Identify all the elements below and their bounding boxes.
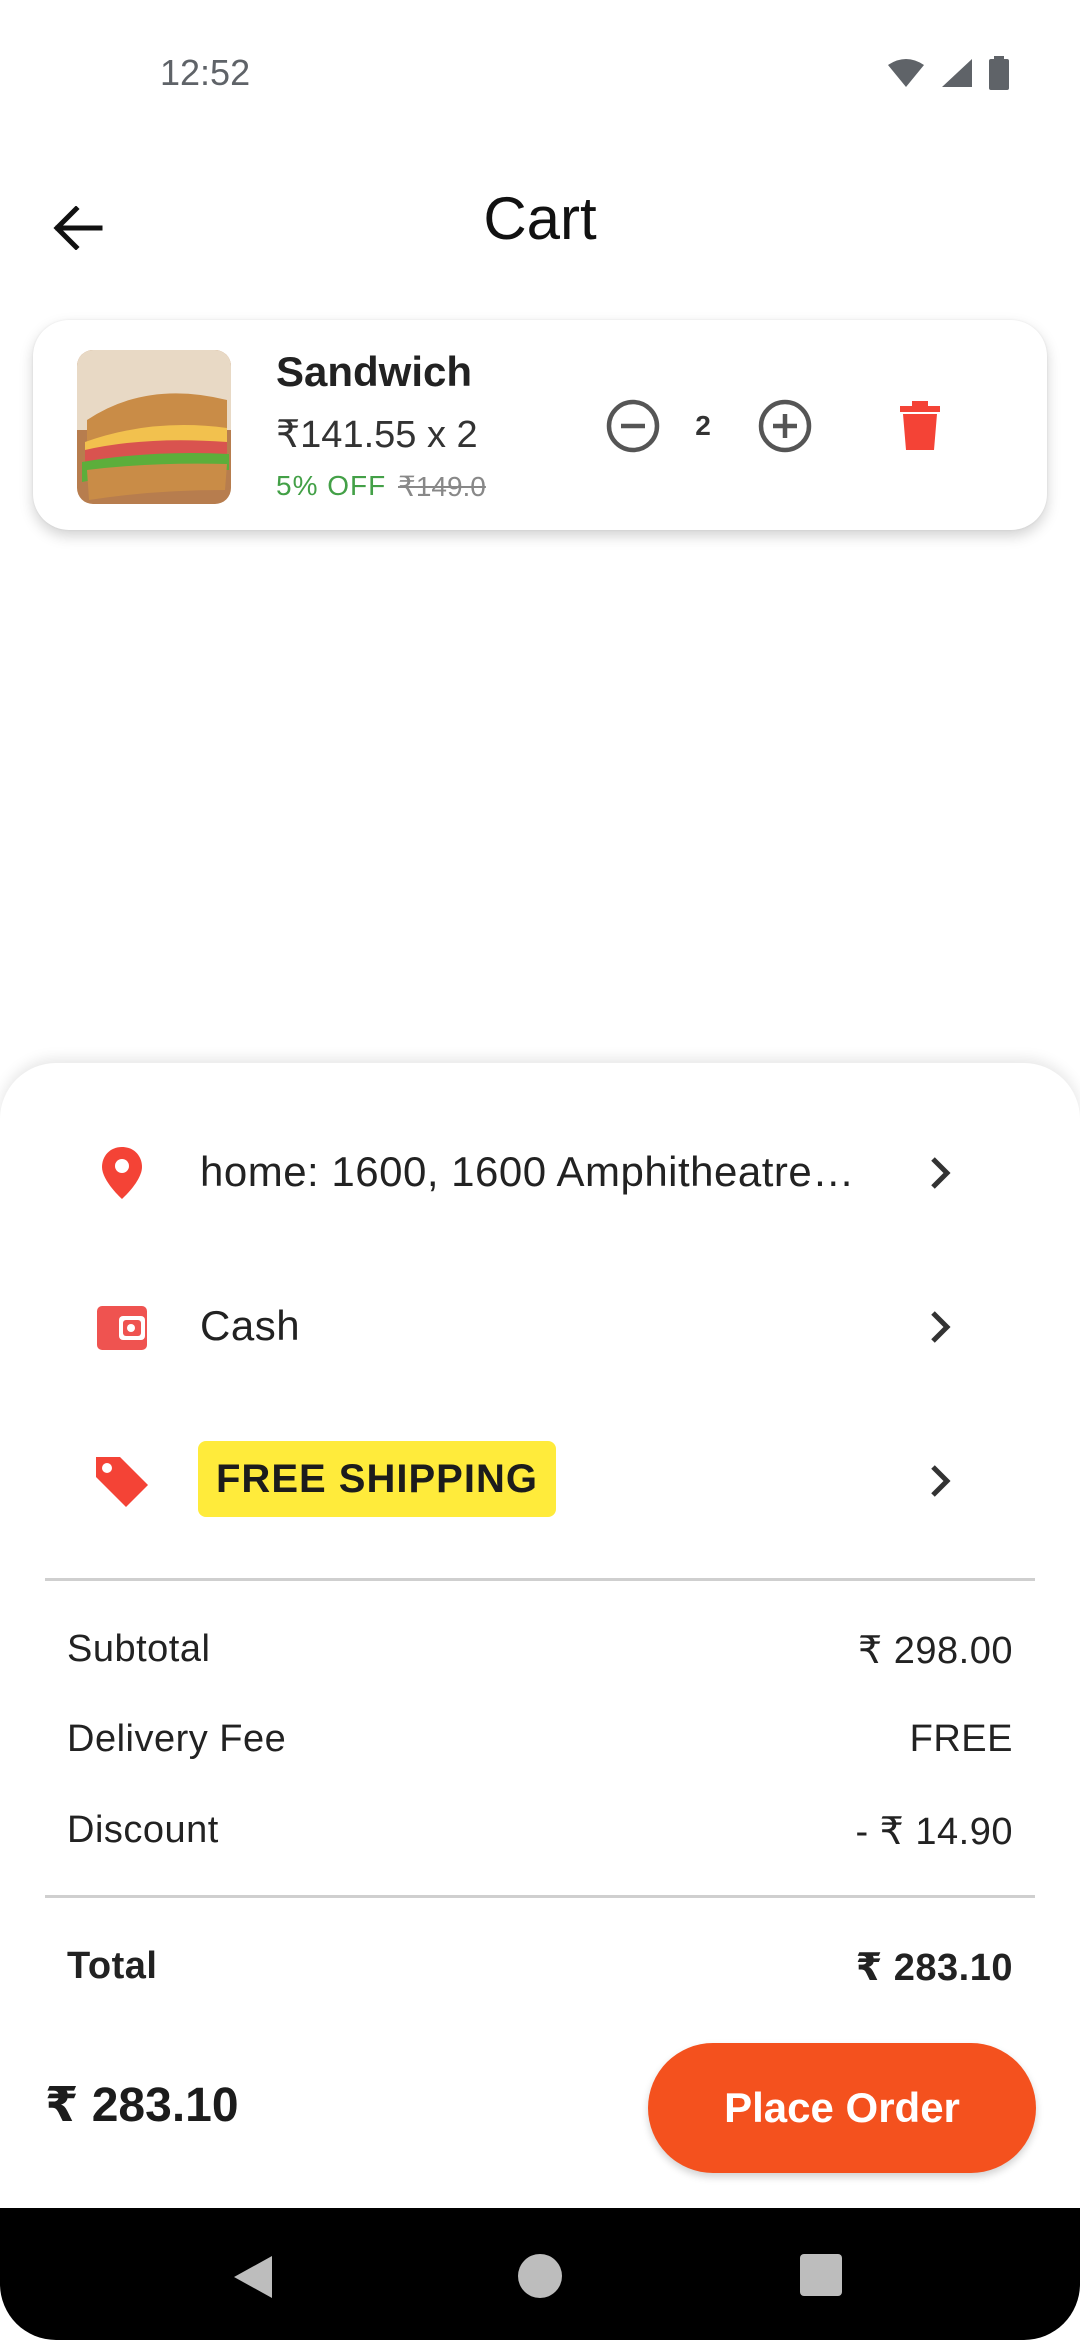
nav-recents-icon[interactable] <box>800 2254 842 2296</box>
address-row[interactable]: home: 1600, 1600 Amphitheatre Parkway <box>0 1108 1080 1238</box>
checkout-sheet: home: 1600, 1600 Amphitheatre Parkway Ca… <box>0 1063 1080 2208</box>
cart-item-card: Sandwich ₹141.55 x 2 5% OFF ₹149.0 2 <box>33 320 1047 530</box>
total-row: Total ₹ 283.10 <box>67 1945 1013 2005</box>
delivery-fee-row: Delivery Fee FREE <box>67 1718 1013 1778</box>
item-discount: 5% OFF <box>276 470 387 501</box>
status-time: 12:52 <box>160 52 251 93</box>
payment-row[interactable]: Cash <box>0 1262 1080 1392</box>
sandwich-image <box>77 350 231 504</box>
divider <box>45 1578 1035 1581</box>
increase-quantity-button[interactable] <box>753 394 817 458</box>
signal-icon <box>942 59 972 87</box>
minus-circle-icon <box>606 399 660 453</box>
tag-icon <box>90 1449 154 1513</box>
subtotal-label: Subtotal <box>67 1628 211 1670</box>
chevron-right-icon <box>915 1456 965 1506</box>
discount-row: Discount - ₹ 14.90 <box>67 1809 1013 1869</box>
wallet-icon <box>90 1295 154 1359</box>
footer-total: ₹ 283.10 <box>45 2079 239 2132</box>
status-icons <box>886 56 1010 90</box>
wifi-icon <box>888 59 924 87</box>
total-value: ₹ 283.10 <box>855 1947 1013 1989</box>
chevron-right-icon <box>915 1302 965 1352</box>
coupon-row[interactable]: FREE SHIPPING <box>0 1416 1080 1546</box>
subtotal-value: ₹ 298.00 <box>858 1630 1013 1672</box>
delivery-fee-value: FREE <box>909 1718 1013 1760</box>
status-bar: 12:52 <box>0 0 1080 150</box>
total-label: Total <box>67 1945 158 1987</box>
address-text: home: 1600, 1600 Amphitheatre Parkway <box>200 1148 860 1195</box>
chevron-right-icon <box>915 1148 965 1198</box>
delivery-fee-label: Delivery Fee <box>67 1718 287 1760</box>
decrease-quantity-button[interactable] <box>601 394 665 458</box>
place-order-button[interactable]: Place Order <box>648 2043 1036 2173</box>
delete-item-button[interactable] <box>888 394 952 458</box>
discount-value: - ₹ 14.90 <box>855 1811 1013 1853</box>
plus-circle-icon <box>758 399 812 453</box>
discount-label: Discount <box>67 1809 219 1851</box>
trash-icon <box>900 401 940 450</box>
divider <box>45 1895 1035 1898</box>
nav-home-icon[interactable] <box>518 2254 562 2298</box>
page-title: Cart <box>483 185 597 252</box>
subtotal-row: Subtotal ₹ 298.00 <box>67 1628 1013 1688</box>
app-bar: Cart <box>0 170 1080 270</box>
item-price: ₹141.55 x 2 <box>276 414 478 456</box>
coupon-badge: FREE SHIPPING <box>198 1441 556 1517</box>
location-pin-icon <box>90 1141 154 1205</box>
payment-text: Cash <box>200 1302 301 1349</box>
system-nav-bar <box>0 2208 1080 2340</box>
battery-icon <box>989 56 1009 90</box>
nav-back-icon[interactable] <box>232 2254 274 2300</box>
item-name: Sandwich <box>276 348 473 395</box>
quantity-value: 2 <box>695 410 711 441</box>
item-original-price: ₹149.0 <box>398 471 486 502</box>
